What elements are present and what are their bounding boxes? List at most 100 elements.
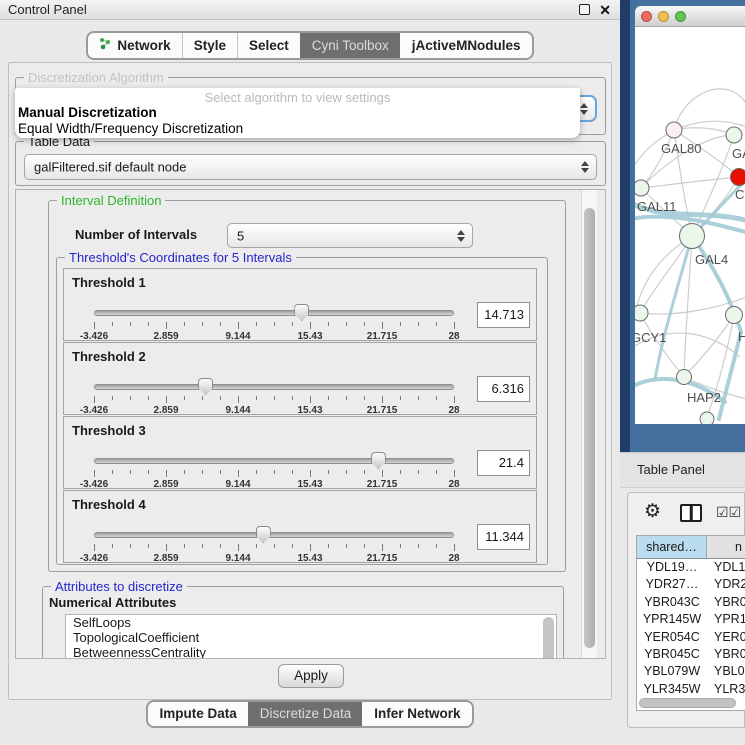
network-node-gal11[interactable] (635, 180, 649, 196)
table-row[interactable]: YBR043CYBR0 (637, 594, 745, 611)
threshold-value-2[interactable]: 6.316 (477, 376, 530, 402)
panel-scrollbar-thumb[interactable] (584, 208, 595, 648)
slider-thumb[interactable] (294, 304, 309, 321)
bottom-tab-infer-network[interactable]: Infer Network (362, 702, 471, 726)
tick-mark (346, 396, 347, 400)
table-row[interactable]: YBR045CYBR0 (637, 646, 745, 663)
slider-track (94, 310, 454, 316)
scale-label: 9.144 (225, 553, 250, 564)
number-of-intervals-select[interactable]: 5 (227, 223, 473, 248)
column-header-name[interactable]: n (707, 536, 745, 558)
tick-mark (400, 470, 401, 474)
slider-thumb[interactable] (198, 378, 213, 395)
numerical-attributes-list[interactable]: SelfLoopsTopologicalCoefficientBetweenne… (65, 614, 557, 659)
dropdown-option-equal-width-frequency[interactable]: Equal Width/Frequency Discretization (15, 121, 580, 137)
cell-shared-name: YER054C (637, 629, 707, 646)
bottom-tab-discretize-data[interactable]: Discretize Data (248, 702, 363, 726)
network-node[interactable] (700, 412, 714, 424)
tick-mark (166, 396, 167, 403)
tab-network[interactable]: Network (88, 33, 181, 58)
select-columns-icon[interactable]: ☑☑ (716, 504, 741, 521)
tick-mark (436, 544, 437, 548)
dropdown-option-manual-discretization[interactable]: Manual Discretization (15, 105, 580, 121)
network-canvas[interactable]: GAL80GACGAL11GAL4GCY1HHAP2 (635, 27, 745, 424)
table-row[interactable]: YPR145WYPR1 (637, 611, 745, 628)
tick-mark (220, 322, 221, 326)
number-of-intervals-value: 5 (237, 228, 244, 243)
tick-mark (256, 322, 257, 326)
tab-cyni-toolbox[interactable]: Cyni Toolbox (300, 33, 400, 58)
node-label-gcy1: GCY1 (635, 330, 666, 345)
tab-style[interactable]: Style (182, 33, 237, 58)
table-panel-toolbar: ⚙ ☑☑ (628, 493, 745, 533)
tick-mark (184, 396, 185, 400)
threshold-slider-1[interactable]: -3.4262.8599.14415.4321.71528 (94, 307, 454, 341)
network-edge (674, 128, 734, 135)
column-header-shared-name[interactable]: shared… (637, 536, 707, 558)
split-columns-icon[interactable] (680, 504, 702, 522)
float-window-icon[interactable] (579, 4, 590, 15)
table-row[interactable]: YER054CYER0 (637, 629, 745, 646)
attribute-item-selfloops[interactable]: SelfLoops (66, 615, 556, 630)
mac-minimize-icon[interactable] (658, 11, 669, 22)
scale-label: -3.426 (80, 479, 108, 490)
tick-mark (94, 396, 95, 403)
attribute-item-betweennesscentrality[interactable]: BetweennessCentrality (66, 645, 556, 659)
table-hscrollbar-thumb[interactable] (639, 698, 736, 708)
tick-mark (112, 470, 113, 474)
mac-close-icon[interactable] (641, 11, 652, 22)
network-node-gal80[interactable] (666, 122, 682, 138)
tick-mark (310, 396, 311, 403)
tab-select[interactable]: Select (237, 33, 300, 58)
window-frame-shadow (620, 0, 630, 452)
table-row[interactable]: YDL19…YDL1 (637, 559, 745, 576)
network-node-gcy1[interactable] (635, 305, 648, 321)
tick-mark (256, 396, 257, 400)
network-edge-thick (655, 236, 692, 379)
slider-thumb[interactable] (256, 526, 271, 543)
table-panel-titlebar: Table Panel (620, 452, 745, 488)
mac-zoom-icon[interactable] (675, 11, 686, 22)
table-row[interactable]: YDR27…YDR2 (637, 576, 745, 593)
threshold-label: Threshold 4 (72, 497, 146, 512)
table-row[interactable]: YLR345WYLR3 (637, 681, 745, 697)
scale-label: 15.43 (297, 331, 322, 342)
tick-mark (94, 470, 95, 477)
apply-button[interactable]: Apply (278, 664, 344, 688)
table-row[interactable]: YBL079WYBL0 (637, 663, 745, 680)
network-node-gal4[interactable] (680, 224, 705, 249)
slider-thumb[interactable] (371, 452, 386, 469)
network-node-c[interactable] (731, 169, 745, 186)
stepper-icon (457, 230, 465, 242)
cell-name: YBL0 (707, 663, 745, 680)
close-icon[interactable]: ✕ (599, 1, 611, 20)
threshold-value-3[interactable]: 21.4 (477, 450, 530, 476)
table-hscrollbar[interactable] (639, 698, 743, 708)
gear-icon[interactable]: ⚙ (644, 500, 661, 523)
network-node-hap2[interactable] (677, 370, 692, 385)
scale-label: 28 (448, 479, 459, 490)
tab-jactivemnodules[interactable]: jActiveMNodules (400, 33, 532, 58)
network-node-ga[interactable] (726, 127, 742, 143)
threshold-slider-2[interactable]: -3.4262.8599.14415.4321.71528 (94, 381, 454, 415)
tick-mark (274, 322, 275, 326)
tick-mark (328, 322, 329, 326)
numerical-attributes-label: Numerical Attributes (49, 595, 176, 610)
scale-label: 9.144 (225, 405, 250, 416)
threshold-value-1[interactable]: 14.713 (477, 302, 530, 328)
threshold-slider-3[interactable]: -3.4262.8599.14415.4321.71528 (94, 455, 454, 489)
threshold-value-4[interactable]: 11.344 (477, 524, 530, 550)
right-region: GAL80GACGAL11GAL4GCY1HHAP2 Table Panel ⚙… (620, 0, 745, 745)
bottom-tab-impute-data[interactable]: Impute Data (148, 702, 247, 726)
network-edge (641, 130, 674, 188)
panel-scrollbar[interactable] (581, 190, 597, 659)
dropdown-placeholder: Select algorithm to view settings (15, 90, 580, 105)
cyni-toolbox-content: Discretization Algorithm Select algorith… (8, 62, 612, 700)
list-scrollbar-thumb[interactable] (543, 617, 554, 659)
slider-ticks (94, 396, 454, 404)
tick-mark (148, 470, 149, 474)
attribute-item-topologicalcoefficient[interactable]: TopologicalCoefficient (66, 630, 556, 645)
table-data-select[interactable]: galFiltered.sif default node (24, 154, 597, 180)
threshold-slider-4[interactable]: -3.4262.8599.14415.4321.71528 (94, 529, 454, 563)
network-node-h[interactable] (726, 307, 743, 324)
